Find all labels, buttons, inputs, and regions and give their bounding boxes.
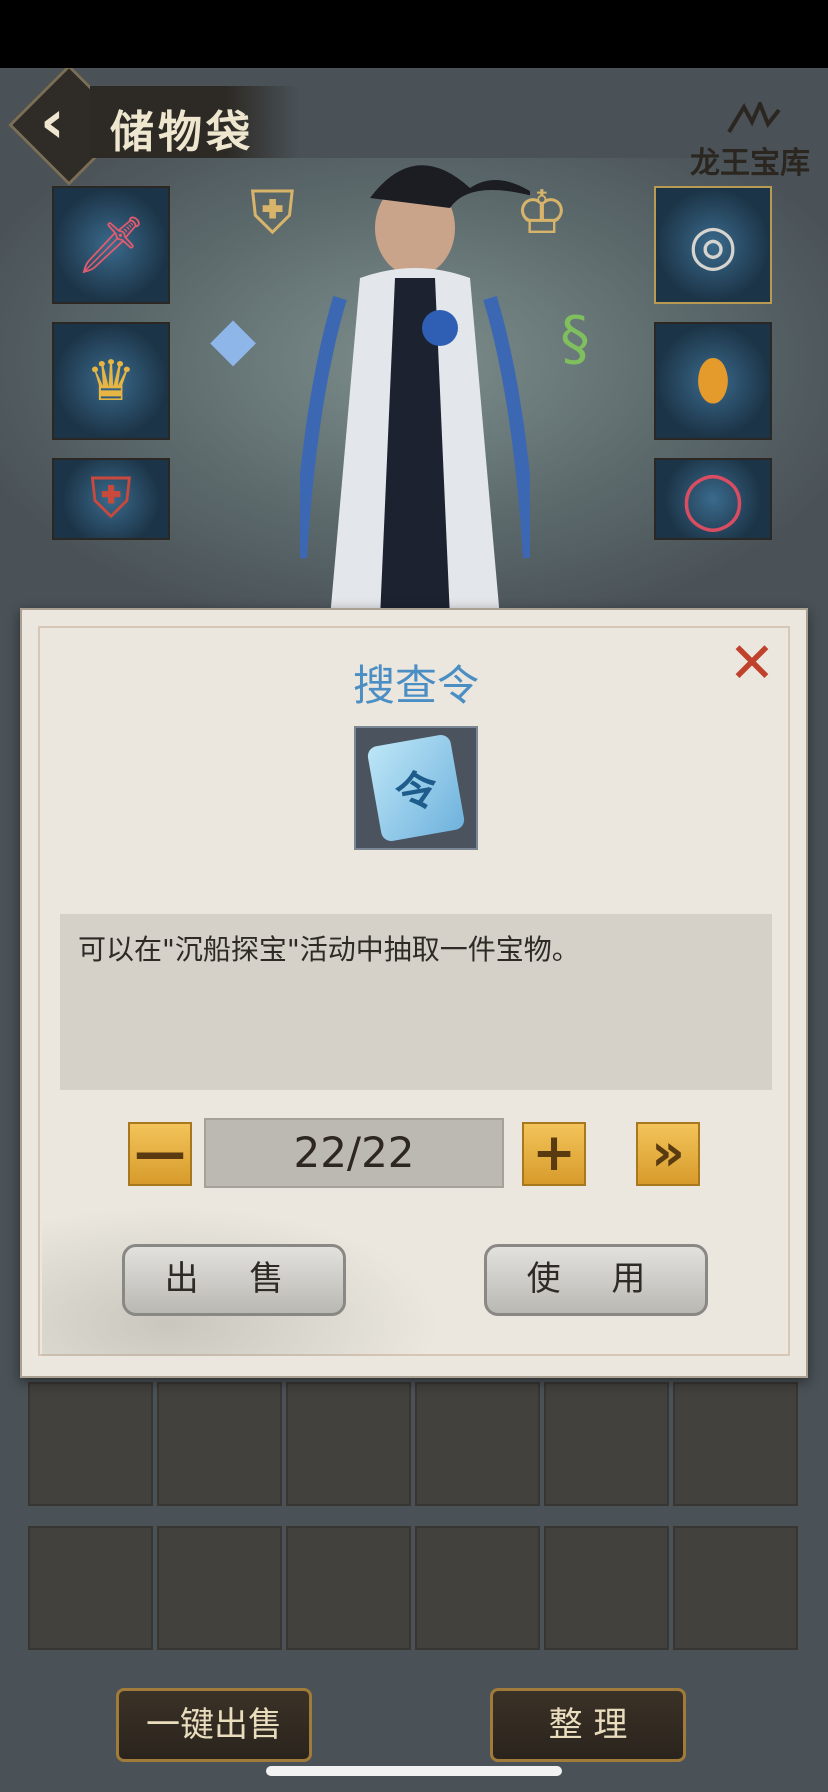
grid-row — [28, 1382, 800, 1506]
helmet-emblem-icon: ♔ — [515, 178, 569, 248]
search-order-token-icon: 令 — [366, 733, 466, 843]
pendant-slot[interactable]: ⬮ — [654, 322, 772, 440]
inventory-cell[interactable] — [286, 1382, 411, 1506]
inventory-cell[interactable] — [544, 1526, 669, 1650]
max-quantity-button[interactable]: » — [636, 1122, 700, 1186]
golden-helmet-icon: ♛ — [85, 348, 137, 414]
item-detail-dialog: 搜查令 ✕ 令 可以在"沉船探宝"活动中抽取一件宝物。 — 22/22 + » … — [20, 608, 808, 1378]
dragon-king-treasury-link[interactable]: 龙王宝库 — [690, 138, 810, 182]
weapon-slot[interactable]: 🗡 — [52, 186, 170, 304]
inventory-cell[interactable] — [415, 1382, 540, 1506]
title-plate: 储物袋 — [90, 86, 300, 158]
grid-row — [28, 1526, 800, 1650]
inventory-cell[interactable] — [157, 1382, 282, 1506]
amber-pendant-icon: ⬮ — [695, 348, 731, 413]
home-indicator[interactable] — [266, 1766, 562, 1776]
inventory-cell[interactable] — [415, 1526, 540, 1650]
inventory-cell[interactable] — [157, 1526, 282, 1650]
red-bracelet-icon: ◯ — [681, 466, 745, 532]
item-name: 搜查令 — [352, 661, 479, 710]
quick-sell-button[interactable]: 一键出售 — [116, 1688, 312, 1762]
armor-emblem-icon: ⛨ — [250, 178, 295, 248]
red-armor-icon: ⛨ — [90, 466, 132, 531]
eye-ring-icon: ◎ — [688, 212, 738, 278]
back-arrow-icon: ‹ — [40, 87, 65, 157]
crystal-icon: ◆ — [210, 304, 257, 374]
dragon-logo-icon — [727, 102, 781, 134]
inventory-cell[interactable] — [673, 1526, 798, 1650]
inventory-cell[interactable] — [286, 1526, 411, 1650]
sword-icon: 🗡 — [75, 213, 147, 278]
inventory-cell[interactable] — [544, 1382, 669, 1506]
inventory-cell[interactable] — [28, 1382, 153, 1506]
character-figure — [300, 165, 530, 618]
item-description: 可以在"沉船探宝"活动中抽取一件宝物。 — [78, 933, 580, 966]
helmet-slot[interactable]: ♛ — [52, 322, 170, 440]
decrease-quantity-button[interactable]: — — [128, 1122, 192, 1186]
inventory-cell[interactable] — [673, 1382, 798, 1506]
page-title: 储物袋 — [110, 107, 254, 158]
item-description-box: 可以在"沉船探宝"活动中抽取一件宝物。 — [60, 914, 772, 1090]
jade-ornament-icon: § — [560, 304, 590, 374]
item-icon-frame: 令 — [354, 726, 478, 850]
quantity-field[interactable]: 22/22 — [204, 1118, 504, 1188]
inventory-cell[interactable] — [28, 1526, 153, 1650]
ring-slot[interactable]: ◎ — [654, 186, 772, 304]
inventory-screen: ‹ 储物袋 龙王宝库 ⛨ ♔ ◆ § 🗡 ♛ ⛨ ◎ ⬮ ◯ 一键出售 整 理 … — [0, 68, 828, 1792]
bracelet-slot[interactable]: ◯ — [654, 458, 772, 540]
use-button[interactable]: 使 用 — [484, 1244, 708, 1316]
armor-slot[interactable]: ⛨ — [52, 458, 170, 540]
sell-button[interactable]: 出 售 — [122, 1244, 346, 1316]
increase-quantity-button[interactable]: + — [522, 1122, 586, 1186]
close-icon[interactable]: ✕ — [726, 636, 778, 692]
organize-button[interactable]: 整 理 — [490, 1688, 686, 1762]
